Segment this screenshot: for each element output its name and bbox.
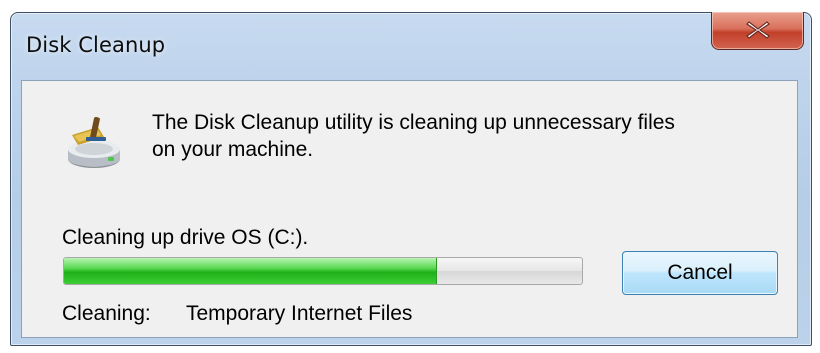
- dialog-window: Disk Cleanup The Disk Cleanup utility is…: [10, 12, 812, 346]
- disk-cleanup-broom-icon: [68, 116, 120, 168]
- status-value: Temporary Internet Files: [186, 302, 413, 325]
- dialog-content: The Disk Cleanup utility is cleaning up …: [21, 80, 798, 338]
- close-x-icon: [746, 21, 770, 39]
- close-button[interactable]: [711, 12, 804, 50]
- dialog-message: The Disk Cleanup utility is cleaning up …: [152, 111, 675, 161]
- status-line: Cleaning: Temporary Internet Files: [62, 302, 412, 326]
- progress-label: Cleaning up drive OS (C:).: [62, 226, 309, 249]
- cancel-button[interactable]: Cancel: [622, 251, 778, 295]
- progress-bar: [63, 257, 583, 285]
- window-title: Disk Cleanup: [26, 33, 166, 57]
- progress-fill: [64, 258, 437, 284]
- status-key: Cleaning:: [62, 302, 151, 325]
